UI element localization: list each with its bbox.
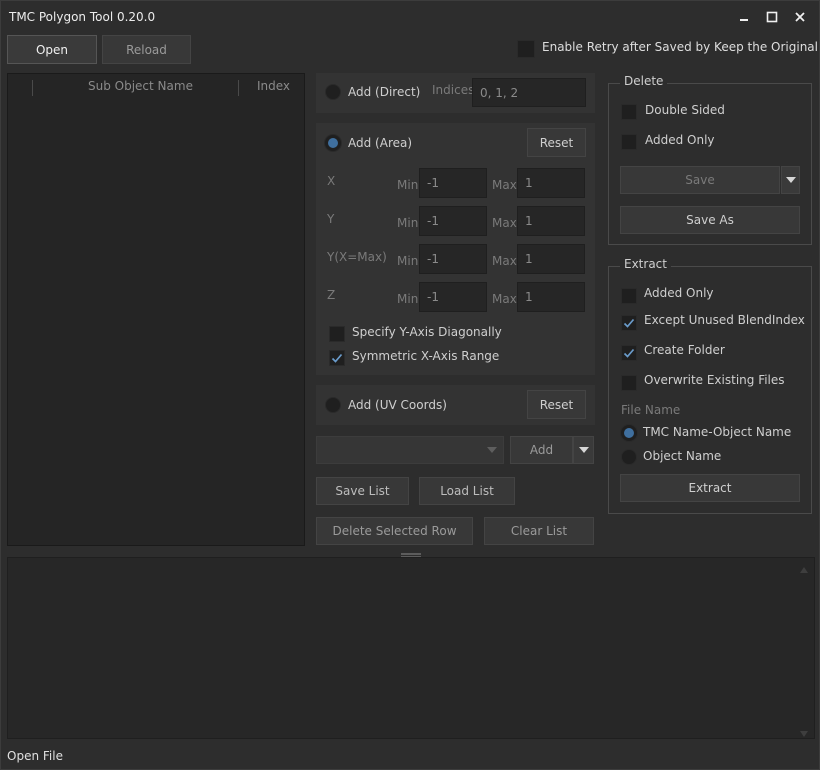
min-input[interactable]: -1 [419, 168, 487, 198]
minimize-icon[interactable] [736, 9, 752, 25]
add-uv-label: Add (UV Coords) [348, 398, 447, 412]
extract-group: Extract Added Only Except Unused BlendIn… [608, 257, 812, 514]
max-input[interactable]: 1 [517, 282, 585, 312]
area-row-y: Y Min -1 Max 1 [316, 206, 595, 236]
specify-y-label: Specify Y-Axis Diagonally [352, 325, 502, 339]
max-label: Max [492, 292, 517, 306]
max-label: Max [492, 216, 517, 230]
max-input[interactable]: 1 [517, 206, 585, 236]
add-area-radio[interactable] [325, 135, 341, 151]
save-button[interactable]: Save [620, 166, 780, 194]
extract-button[interactable]: Extract [620, 474, 800, 502]
axis-label: Z [327, 288, 336, 302]
save-list-button[interactable]: Save List [316, 477, 409, 505]
delete-added-only-label: Added Only [645, 133, 715, 147]
axis-label: X [327, 174, 336, 188]
area-row-z: Z Min -1 Max 1 [316, 282, 595, 312]
retry-checkbox[interactable] [517, 40, 535, 58]
status-text: Open File [7, 749, 63, 763]
min-input[interactable]: -1 [419, 244, 487, 274]
reload-button[interactable]: Reload [102, 35, 191, 64]
symmetric-x-checkbox[interactable] [329, 350, 345, 366]
app-window: TMC Polygon Tool 0.20.0 Open Reload Enab… [0, 0, 820, 770]
extract-added-only-checkbox[interactable] [621, 288, 637, 304]
column-header-index[interactable]: Index [257, 79, 290, 93]
column-divider [238, 80, 239, 96]
object-name-radio[interactable] [621, 449, 637, 465]
create-folder-checkbox[interactable] [621, 345, 637, 361]
min-label: Min [397, 292, 419, 306]
clear-list-button[interactable]: Clear List [484, 517, 594, 545]
area-row-x: X Min -1 Max 1 [316, 168, 595, 198]
indices-input[interactable]: 0, 1, 2 [472, 78, 586, 107]
save-as-button[interactable]: Save As [620, 206, 800, 234]
splitter-handle-icon[interactable] [401, 548, 421, 558]
area-row-y-xmax: Y(X=Max) Min -1 Max 1 [316, 244, 595, 274]
column-divider [32, 80, 33, 96]
axis-label: Y(X=Max) [327, 250, 387, 264]
object-name-label: Object Name [643, 449, 722, 463]
max-label: Max [492, 178, 517, 192]
title-bar: TMC Polygon Tool 0.20.0 [1, 1, 820, 33]
symmetric-x-label: Symmetric X-Axis Range [352, 349, 500, 363]
target-select[interactable] [316, 436, 504, 464]
create-folder-label: Create Folder [644, 343, 725, 357]
delete-added-only-checkbox[interactable] [621, 134, 637, 150]
except-unused-checkbox[interactable] [621, 315, 637, 331]
sub-object-table[interactable]: Sub Object Name Index [7, 73, 305, 546]
load-list-button[interactable]: Load List [419, 477, 515, 505]
add-direct-panel: Add (Direct) Indices 0, 1, 2 [316, 73, 595, 113]
add-uv-panel: Add (UV Coords) Reset [316, 385, 595, 425]
retry-label: Enable Retry after Saved by Keep the Ori… [542, 40, 820, 54]
tmc-object-label: TMC Name-Object Name [643, 425, 792, 439]
column-header-name[interactable]: Sub Object Name [88, 79, 193, 93]
chevron-down-icon [480, 437, 504, 463]
close-icon[interactable] [792, 9, 808, 25]
min-input[interactable]: -1 [419, 206, 487, 236]
extract-added-only-label: Added Only [644, 286, 714, 300]
add-dropdown-icon[interactable] [573, 436, 594, 464]
maximize-icon[interactable] [764, 9, 780, 25]
tmc-object-radio[interactable] [621, 425, 637, 441]
double-sided-checkbox[interactable] [621, 104, 637, 120]
extract-group-title: Extract [620, 257, 671, 271]
specify-y-checkbox[interactable] [329, 326, 345, 342]
add-area-label: Add (Area) [348, 136, 413, 150]
scroll-up-icon[interactable] [800, 562, 808, 576]
max-input[interactable]: 1 [517, 168, 585, 198]
add-direct-label: Add (Direct) [348, 85, 421, 99]
add-button[interactable]: Add [510, 436, 573, 464]
overwrite-label: Overwrite Existing Files [644, 373, 785, 387]
min-label: Min [397, 178, 419, 192]
delete-selected-row-button[interactable]: Delete Selected Row [316, 517, 473, 545]
add-area-panel: Add (Area) Reset X Min -1 Max 1 Y Min -1… [316, 123, 595, 375]
scroll-down-icon[interactable] [800, 726, 808, 740]
log-output[interactable] [7, 557, 815, 739]
window-title: TMC Polygon Tool 0.20.0 [9, 10, 156, 24]
delete-group: Delete Double Sided Added Only Save Save… [608, 74, 812, 245]
area-reset-button[interactable]: Reset [527, 128, 586, 157]
min-label: Min [397, 254, 419, 268]
double-sided-label: Double Sided [645, 103, 725, 117]
open-button[interactable]: Open [7, 35, 97, 64]
max-input[interactable]: 1 [517, 244, 585, 274]
except-unused-label: Except Unused BlendIndex [644, 313, 805, 327]
add-direct-radio[interactable] [325, 84, 341, 100]
file-name-label: File Name [621, 403, 681, 417]
min-label: Min [397, 216, 419, 230]
save-dropdown-icon[interactable] [781, 166, 800, 194]
axis-label: Y [327, 212, 335, 226]
overwrite-checkbox[interactable] [621, 375, 637, 391]
add-uv-radio[interactable] [325, 397, 341, 413]
uv-reset-button[interactable]: Reset [527, 390, 586, 419]
indices-label: Indices [432, 83, 475, 97]
max-label: Max [492, 254, 517, 268]
min-input[interactable]: -1 [419, 282, 487, 312]
delete-group-title: Delete [620, 74, 668, 88]
